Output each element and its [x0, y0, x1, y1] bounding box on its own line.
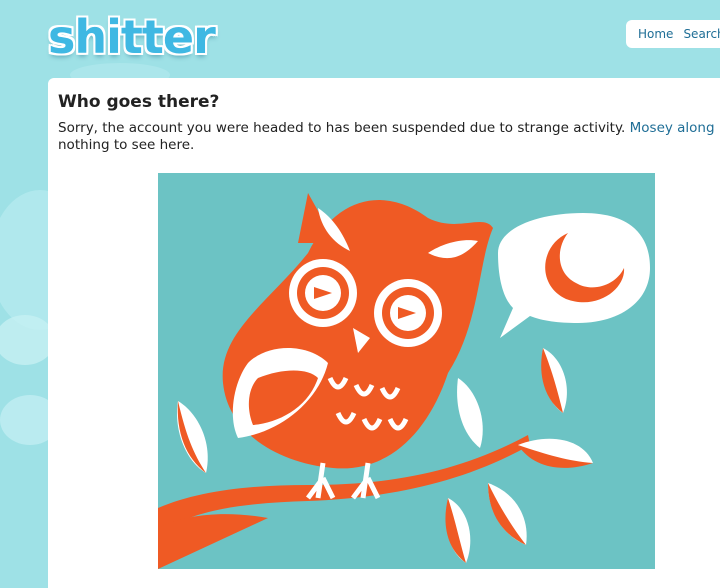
suspension-message: Sorry, the account you were headed to ha…: [58, 120, 720, 154]
site-logo[interactable]: shitter: [48, 8, 216, 66]
nav-home-link[interactable]: Home: [638, 27, 673, 41]
nav-search-link[interactable]: Search: [683, 27, 720, 41]
owl-illustration: [158, 173, 655, 569]
message-text-continued: nothing to see here.: [58, 137, 195, 153]
main-content: Who goes there? Sorry, the account you w…: [48, 78, 720, 588]
top-navigation: Home Search: [626, 20, 720, 48]
page-title: Who goes there?: [58, 92, 220, 112]
mosey-along-link[interactable]: Mosey along now: [630, 120, 720, 136]
message-text: Sorry, the account you were headed to ha…: [58, 120, 630, 136]
